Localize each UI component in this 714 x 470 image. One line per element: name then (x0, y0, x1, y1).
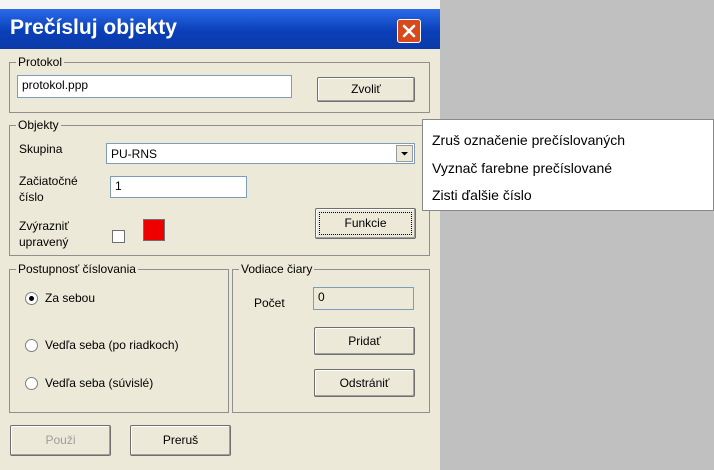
top-strip (0, 0, 440, 9)
order-option-rows[interactable]: Vedľa seba (po riadkoch) (45, 338, 179, 352)
order-radio-rows[interactable] (25, 339, 38, 352)
highlight-color-swatch[interactable] (143, 219, 165, 241)
start-number-label-line1: Začiatočné (19, 174, 78, 188)
start-number-label-line2: číslo (19, 190, 44, 204)
add-button-label: Pridať (348, 334, 381, 348)
order-radio-continuous[interactable] (25, 377, 38, 390)
add-button[interactable]: Pridať (314, 327, 415, 355)
highlight-checkbox[interactable] (112, 230, 125, 243)
order-option-sequential[interactable]: Za sebou (45, 291, 95, 305)
cancel-button-label: Preruš (162, 433, 199, 447)
group-select[interactable]: PU-RNS (106, 143, 415, 164)
choose-button-label: Zvoliť (351, 82, 381, 96)
menu-item-color-renumbered[interactable]: Vyznač farebne prečíslované (432, 160, 612, 176)
remove-button[interactable]: Odstrániť (314, 369, 415, 397)
chevron-down-icon[interactable] (396, 145, 413, 162)
protokol-file-field[interactable]: protokol.ppp (17, 75, 292, 98)
order-radio-sequential[interactable] (25, 292, 38, 305)
functions-context-menu: Zruš označenie prečíslovaných Vyznač far… (422, 119, 714, 211)
start-number-field[interactable]: 1 (110, 176, 247, 198)
order-option-continuous[interactable]: Vedľa seba (súvislé) (45, 376, 153, 390)
renumber-dialog: Prečísluj objekty Protokol protokol.ppp … (0, 0, 440, 470)
group-select-value: PU-RNS (111, 147, 158, 161)
protokol-group-title: Protokol (16, 55, 65, 69)
apply-button[interactable]: Použi (10, 425, 111, 456)
close-icon (402, 24, 416, 38)
choose-button[interactable]: Zvoliť (317, 77, 415, 102)
highlight-label-line2: upravený (19, 235, 69, 249)
objekty-group-title: Objekty (16, 118, 61, 132)
order-group-title: Postupnosť číslovania (16, 262, 138, 276)
remove-button-label: Odstrániť (339, 376, 390, 390)
group-label: Skupina (19, 142, 63, 156)
count-label: Počet (254, 296, 285, 310)
lines-group-title: Vodiace čiary (239, 262, 315, 276)
menu-item-clear-marks[interactable]: Zruš označenie prečíslovaných (432, 132, 625, 148)
title-bar: Prečísluj objekty (0, 9, 440, 49)
functions-button-label: Funkcie (344, 216, 387, 230)
apply-button-label: Použi (45, 433, 76, 447)
window-title: Prečísluj objekty (10, 16, 177, 39)
close-button[interactable] (397, 19, 421, 43)
functions-button[interactable]: Funkcie (315, 208, 416, 239)
count-field: 0 (313, 287, 414, 310)
menu-item-next-number[interactable]: Zisti ďalšie číslo (432, 187, 532, 203)
highlight-label-line1: Zvýrazniť (19, 219, 69, 233)
cancel-button[interactable]: Preruš (130, 425, 231, 456)
